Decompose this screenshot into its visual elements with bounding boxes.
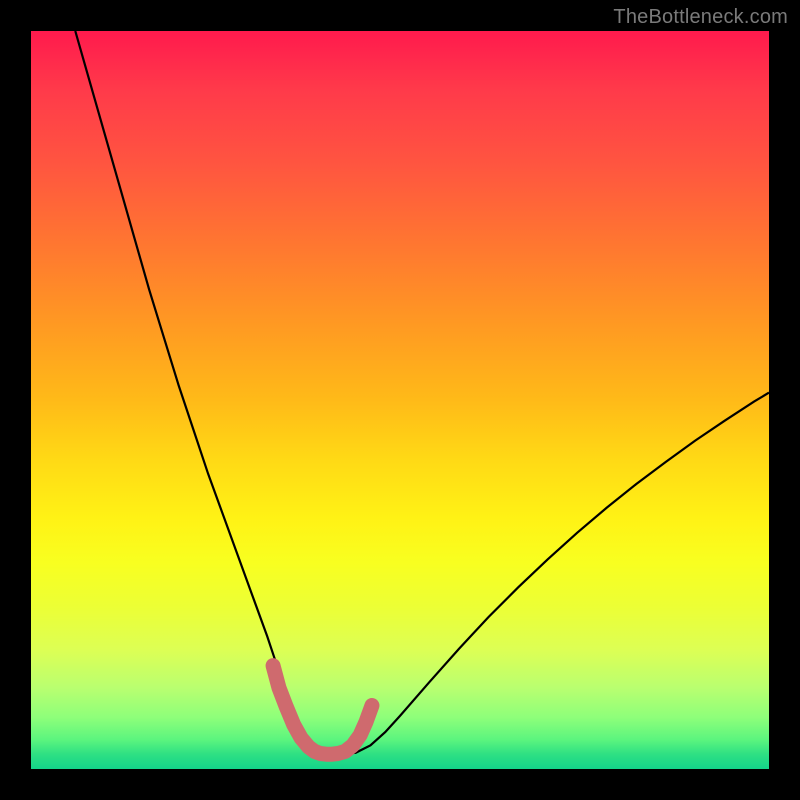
accent-arc — [273, 666, 372, 755]
curve-layer — [31, 31, 769, 769]
plot-area — [31, 31, 769, 769]
bottleneck-curve — [75, 31, 769, 754]
watermark-label: TheBottleneck.com — [613, 6, 788, 29]
chart-frame: TheBottleneck.com — [0, 0, 800, 800]
